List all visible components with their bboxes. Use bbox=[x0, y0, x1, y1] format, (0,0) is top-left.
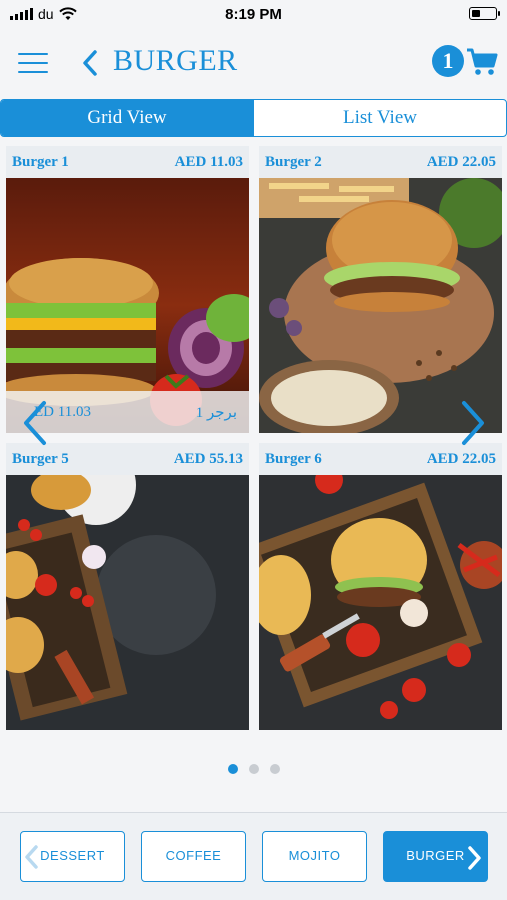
status-bar: du 8:19 PM bbox=[0, 0, 507, 30]
carousel-next-icon[interactable] bbox=[460, 400, 486, 446]
view-toggle: Grid View List View bbox=[0, 99, 507, 137]
carousel-prev-icon[interactable] bbox=[22, 400, 48, 446]
category-prev-icon[interactable] bbox=[24, 845, 40, 869]
product-price: AED 11.03 bbox=[174, 153, 243, 170]
product-card[interactable]: Burger 6 AED 22.05 bbox=[259, 443, 502, 730]
overlay-name-arabic: برجر 1 bbox=[195, 404, 237, 421]
page-dot[interactable] bbox=[248, 764, 259, 774]
product-header: Burger 6 AED 22.05 bbox=[259, 443, 502, 475]
back-chevron-icon[interactable] bbox=[78, 48, 102, 78]
category-bar: DESSERT COFFEE MOJITO BURGER bbox=[0, 812, 507, 900]
battery-icon bbox=[469, 7, 500, 20]
product-image bbox=[6, 475, 249, 730]
product-image bbox=[259, 475, 502, 730]
category-mojito[interactable]: MOJITO bbox=[262, 831, 367, 882]
product-card[interactable]: Burger 2 AED 22.05 bbox=[259, 146, 502, 433]
product-name: Burger 6 bbox=[265, 450, 322, 467]
product-price: AED 22.05 bbox=[426, 153, 496, 170]
app-header: BURGER 1 bbox=[0, 38, 507, 88]
cart-count-badge[interactable]: 1 bbox=[432, 45, 464, 77]
page-dot[interactable] bbox=[227, 764, 238, 774]
product-card[interactable]: Burger 5 AED 55.13 bbox=[6, 443, 249, 730]
product-image bbox=[259, 178, 502, 433]
category-next-icon[interactable] bbox=[466, 846, 482, 870]
hamburger-menu-icon[interactable] bbox=[18, 53, 48, 73]
status-time: 8:19 PM bbox=[225, 6, 282, 23]
shopping-cart-icon[interactable] bbox=[466, 47, 498, 77]
list-view-tab[interactable]: List View bbox=[253, 100, 506, 136]
product-header: Burger 2 AED 22.05 bbox=[259, 146, 502, 178]
product-header: Burger 1 AED 11.03 bbox=[6, 146, 249, 178]
page-indicator bbox=[0, 764, 507, 774]
product-name: Burger 1 bbox=[12, 153, 69, 170]
product-header: Burger 5 AED 55.13 bbox=[6, 443, 249, 475]
page-dot[interactable] bbox=[269, 764, 280, 774]
product-price: AED 55.13 bbox=[173, 450, 243, 467]
product-name: Burger 2 bbox=[265, 153, 322, 170]
product-card[interactable]: Burger 1 AED 11.03 ED 11.03 برجر 1 bbox=[6, 146, 249, 433]
product-name: Burger 5 bbox=[12, 450, 69, 467]
category-coffee[interactable]: COFFEE bbox=[141, 831, 246, 882]
grid-view-tab[interactable]: Grid View bbox=[1, 100, 253, 136]
page-title: BURGER bbox=[113, 44, 238, 77]
product-price: AED 22.05 bbox=[426, 450, 496, 467]
